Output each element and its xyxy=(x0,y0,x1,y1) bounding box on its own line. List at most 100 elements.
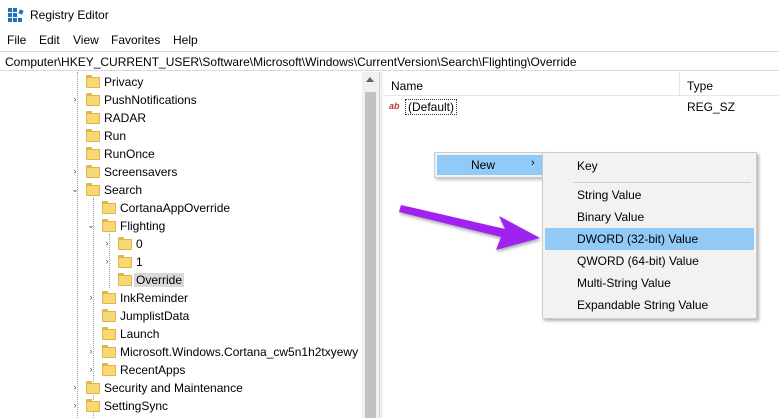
submenu-arrow-icon: › xyxy=(531,157,535,169)
tree-item[interactable]: RunOnce xyxy=(0,145,362,163)
tree-item-label[interactable]: 1 xyxy=(134,255,145,269)
tree-item[interactable]: CortanaAppOverride xyxy=(0,199,362,217)
submenu-item-dword-value[interactable]: DWORD (32-bit) Value xyxy=(545,228,754,250)
menu-help[interactable]: Help xyxy=(171,33,200,47)
submenu-item-key[interactable]: Key xyxy=(545,155,754,177)
folder-icon xyxy=(86,75,100,88)
tree-item-label[interactable]: PushNotifications xyxy=(102,93,199,107)
ab-string-icon: ab xyxy=(389,101,400,111)
tree-item-label[interactable]: Search xyxy=(102,183,144,197)
folder-icon xyxy=(102,219,116,232)
folder-icon xyxy=(102,291,116,304)
tree-item-label[interactable]: Run xyxy=(102,129,128,143)
value-type: REG_SZ xyxy=(687,100,736,114)
submenu-label: DWORD (32-bit) Value xyxy=(577,232,699,246)
collapsed-chevron-icon[interactable]: › xyxy=(70,166,80,176)
tree-item[interactable]: › Screensavers xyxy=(0,163,362,181)
submenu-item-expandable-string-value[interactable]: Expandable String Value xyxy=(545,294,754,316)
tree-item-label[interactable]: Screensavers xyxy=(102,165,179,179)
registry-tree[interactable]: Privacy › PushNotifications RADAR Run RunOnce… xyxy=(0,72,362,418)
value-name[interactable]: (Default) xyxy=(405,99,458,115)
expanded-chevron-icon[interactable]: ⌄ xyxy=(70,184,80,194)
tree-item[interactable]: › Security and Maintenance xyxy=(0,379,362,397)
submenu-label: Expandable String Value xyxy=(577,298,709,312)
tree-item-label[interactable]: InkReminder xyxy=(118,291,190,305)
submenu-label: String Value xyxy=(577,188,642,202)
submenu-label: Key xyxy=(577,159,598,173)
address-bar[interactable]: Computer\HKEY_CURRENT_USER\Software\Micr… xyxy=(0,51,779,71)
column-header-type[interactable]: Type xyxy=(687,79,713,93)
collapsed-chevron-icon[interactable]: › xyxy=(70,400,80,410)
context-menu-new[interactable]: New › xyxy=(437,155,542,175)
submenu-item-string-value[interactable]: String Value xyxy=(545,184,754,206)
tree-item-label[interactable]: RunOnce xyxy=(102,147,157,161)
expanded-chevron-icon[interactable]: ⌄ xyxy=(86,220,96,230)
scroll-thumb[interactable] xyxy=(365,92,376,418)
column-header-name[interactable]: Name xyxy=(391,79,423,93)
folder-icon xyxy=(86,129,100,142)
tree-item-label[interactable]: Flighting xyxy=(118,219,167,233)
tree-item[interactable]: Override xyxy=(0,271,362,289)
submenu-item-binary-value[interactable]: Binary Value xyxy=(545,206,754,228)
tree-item-label[interactable]: Security and Maintenance xyxy=(102,381,245,395)
registry-editor-window: Registry Editor File Edit View Favorites… xyxy=(0,0,779,418)
tree-item[interactable]: Run xyxy=(0,127,362,145)
tree-item[interactable]: › InkReminder xyxy=(0,289,362,307)
value-row[interactable]: ab (Default) REG_SZ xyxy=(383,98,779,116)
list-header: Name Type xyxy=(383,72,779,96)
collapsed-chevron-icon[interactable]: › xyxy=(70,94,80,104)
submenu-label: Binary Value xyxy=(577,210,645,224)
folder-icon xyxy=(86,111,100,124)
tree-item-label[interactable]: Launch xyxy=(118,327,161,341)
tree-item-label[interactable]: Microsoft.Windows.Cortana_cw5n1h2txyewy xyxy=(118,345,360,359)
menu-view[interactable]: View xyxy=(71,33,101,47)
collapsed-chevron-icon[interactable]: › xyxy=(102,238,112,248)
tree-item[interactable]: › RecentApps xyxy=(0,361,362,379)
folder-icon xyxy=(86,381,100,394)
menu-file[interactable]: File xyxy=(5,33,28,47)
tree-item-label[interactable]: Override xyxy=(134,273,185,287)
tree-item[interactable]: Launch xyxy=(0,325,362,343)
menu-bar: File Edit View Favorites Help xyxy=(0,30,779,50)
scroll-up-arrow-icon[interactable] xyxy=(366,77,374,82)
title-bar: Registry Editor xyxy=(0,0,779,30)
menu-edit[interactable]: Edit xyxy=(37,33,62,47)
tree-scrollbar[interactable] xyxy=(362,72,379,418)
column-separator[interactable] xyxy=(679,72,680,96)
submenu-item-qword-value[interactable]: QWORD (64-bit) Value xyxy=(545,250,754,272)
tree-item-label[interactable]: SettingSync xyxy=(102,399,170,413)
submenu-label: QWORD (64-bit) Value xyxy=(577,254,699,268)
submenu-item-multi-string-value[interactable]: Multi-String Value xyxy=(545,272,754,294)
new-submenu: Key String Value Binary Value DWORD (32-… xyxy=(542,152,757,319)
submenu-label: Multi-String Value xyxy=(577,276,671,290)
tree-item[interactable]: ⌄ Search xyxy=(0,181,362,199)
tree-item-label[interactable]: RADAR xyxy=(102,111,148,125)
tree-item[interactable]: › 1 xyxy=(0,253,362,271)
collapsed-chevron-icon[interactable]: › xyxy=(102,256,112,266)
folder-icon xyxy=(118,273,132,286)
tree-item-label[interactable]: Privacy xyxy=(102,75,145,89)
context-menu: New › xyxy=(434,152,545,178)
collapsed-chevron-icon[interactable]: › xyxy=(86,346,96,356)
tree-item[interactable]: › Microsoft.Windows.Cortana_cw5n1h2txyewy xyxy=(0,343,362,361)
window-title: Registry Editor xyxy=(30,8,109,22)
menu-separator xyxy=(573,182,751,183)
folder-icon xyxy=(86,93,100,106)
address-path[interactable]: Computer\HKEY_CURRENT_USER\Software\Micr… xyxy=(5,55,577,69)
tree-item-label[interactable]: 0 xyxy=(134,237,145,251)
menu-favorites[interactable]: Favorites xyxy=(109,33,162,47)
tree-item[interactable]: ⌄ Flighting xyxy=(0,217,362,235)
collapsed-chevron-icon[interactable]: › xyxy=(86,364,96,374)
folder-icon xyxy=(86,147,100,160)
tree-item[interactable]: › SettingSync xyxy=(0,397,362,415)
tree-item[interactable]: Privacy xyxy=(0,73,362,91)
tree-item[interactable]: RADAR xyxy=(0,109,362,127)
tree-item-label[interactable]: CortanaAppOverride xyxy=(118,201,232,215)
collapsed-chevron-icon[interactable]: › xyxy=(86,292,96,302)
tree-item[interactable]: › PushNotifications xyxy=(0,91,362,109)
tree-item-label[interactable]: JumplistData xyxy=(118,309,191,323)
tree-item[interactable]: JumplistData xyxy=(0,307,362,325)
tree-item[interactable]: › 0 xyxy=(0,235,362,253)
tree-item-label[interactable]: RecentApps xyxy=(118,363,187,377)
collapsed-chevron-icon[interactable]: › xyxy=(70,382,80,392)
